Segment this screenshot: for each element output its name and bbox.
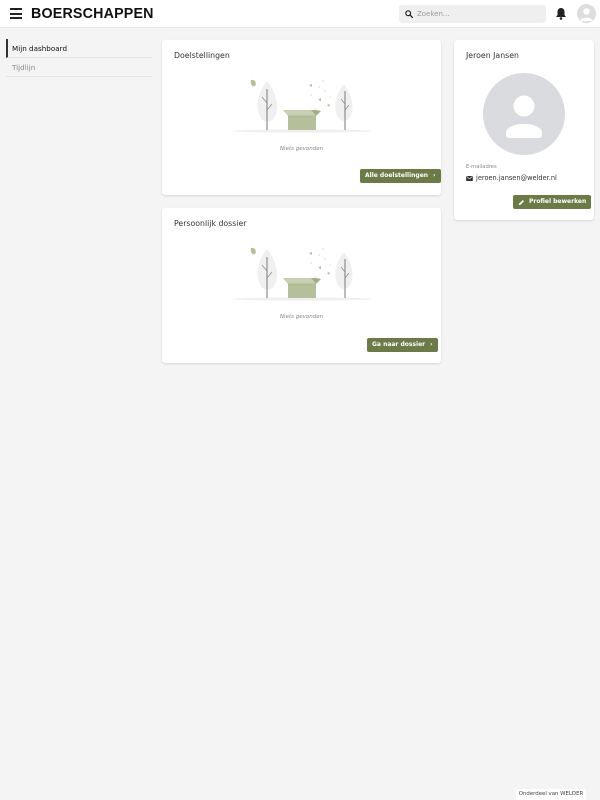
empty-state-illustration [232,79,372,133]
edit-profile-button-label: Profiel bewerken [529,198,587,205]
sidebar-item-timeline[interactable]: Tijdlijn [6,58,152,77]
search-input[interactable] [417,5,543,23]
email-value[interactable]: jeroen.jansen@welder.nl [476,174,557,182]
all-goals-button[interactable]: Alle doelstellingen › [360,169,441,183]
sidebar-item-dashboard[interactable]: Mijn dashboard [6,39,152,58]
all-goals-button-label: Alle doelstellingen [365,172,429,179]
goals-title: Doelstellingen [174,51,230,60]
sidebar: Mijn dashboard Tijdlijn [6,39,152,77]
profile-avatar [483,73,565,155]
envelope-icon [466,175,473,181]
profile-card: Jeroen Jansen E-mailadres jeroen.jansen@… [454,40,594,220]
edit-profile-button[interactable]: Profiel bewerken [513,195,592,209]
goals-card: Doelstellingen Niets gevonden Alle doels… [162,40,441,195]
dossier-card: Persoonlijk dossier Niets gevonden Ga na… [162,208,441,363]
search-icon [405,10,413,18]
profile-name: Jeroen Jansen [466,51,519,60]
user-icon [580,8,593,21]
search-box[interactable] [399,5,546,23]
email-row: jeroen.jansen@welder.nl [466,174,557,182]
bell-icon[interactable] [555,7,567,20]
dossier-title: Persoonlijk dossier [174,219,247,228]
goals-empty-text: Niets gevonden [279,146,324,152]
user-icon [506,95,542,138]
user-avatar[interactable] [577,4,596,23]
empty-state-illustration [232,247,372,301]
chevron-right-icon: › [430,341,433,348]
go-to-dossier-button-label: Ga naar dossier [372,341,426,348]
email-label: E-mailadres [466,164,497,170]
chevron-right-icon: › [433,172,436,179]
footer-link[interactable]: Onderdeel van WELDER [516,789,586,800]
pencil-icon [518,199,525,205]
go-to-dossier-button[interactable]: Ga naar dossier › [367,338,438,352]
dossier-empty-text: Niets gevonden [279,314,324,320]
app-logo[interactable]: BOERSCHAPPEN [31,5,154,22]
top-bar: BOERSCHAPPEN [0,0,600,28]
menu-icon[interactable] [10,8,22,19]
